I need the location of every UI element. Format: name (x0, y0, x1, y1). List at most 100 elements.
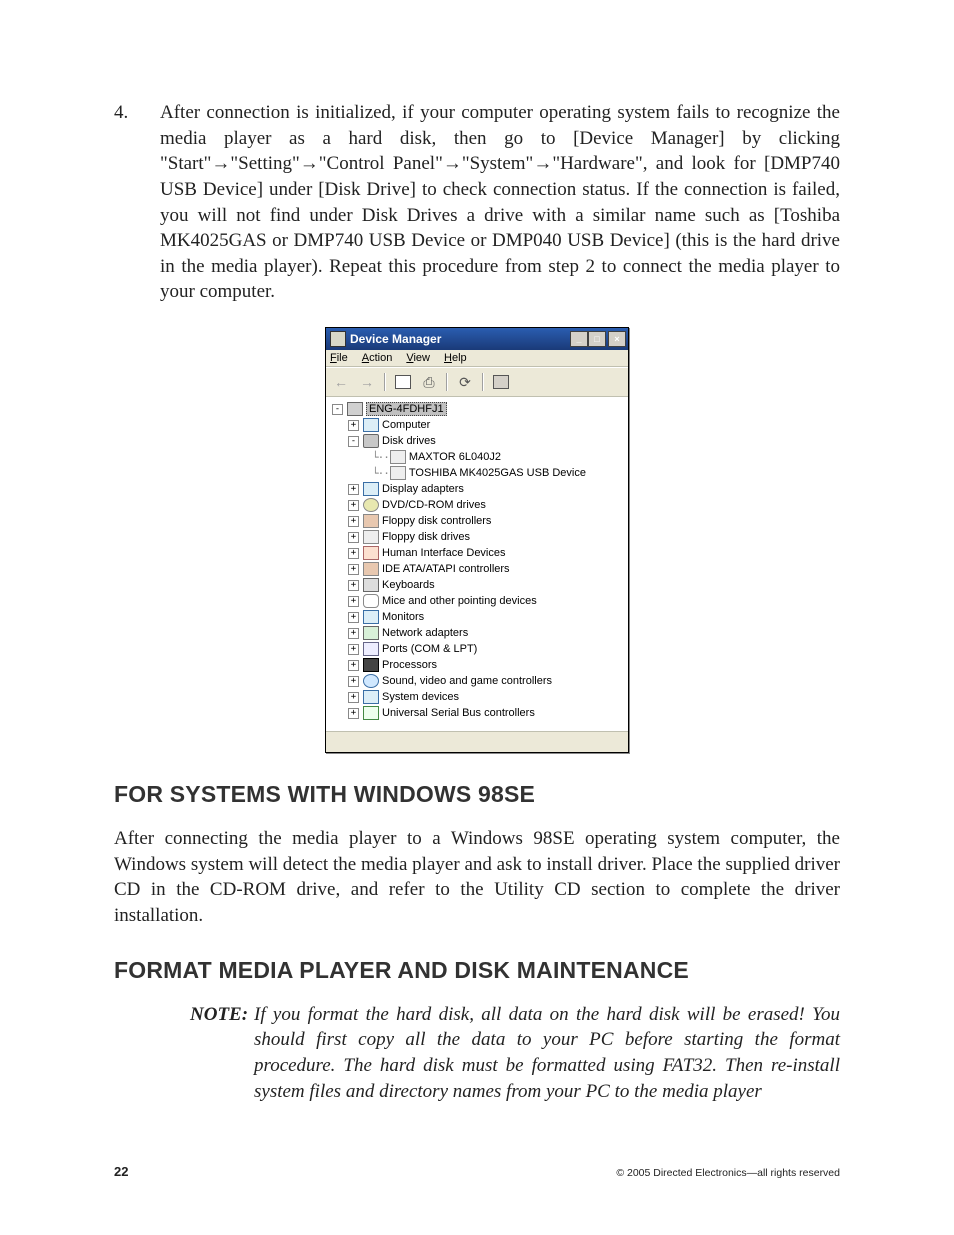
step-4: 4. After connection is initialized, if y… (114, 100, 840, 305)
expand-icon[interactable]: + (348, 532, 359, 543)
expand-icon[interactable]: + (348, 516, 359, 527)
tree-item-label: Universal Serial Bus controllers (382, 707, 535, 719)
expand-icon[interactable]: + (348, 580, 359, 591)
chip-icon (363, 514, 379, 528)
tree-item[interactable]: +Monitors (328, 609, 626, 625)
tree-item[interactable]: + Display adapters (328, 481, 626, 497)
page: 4. After connection is initialized, if y… (0, 0, 954, 1164)
tree-item[interactable]: + Keyboards (328, 577, 626, 593)
copyright: © 2005 Directed Electronics—all rights r… (616, 1167, 840, 1179)
tree-guide: └·· (372, 451, 389, 464)
menu-view[interactable]: View (406, 352, 430, 364)
app-icon (330, 331, 346, 347)
expand-icon[interactable]: + (348, 500, 359, 511)
tree-item[interactable]: +Network adapters (328, 625, 626, 641)
monitor-icon (363, 418, 379, 432)
expand-icon[interactable]: + (348, 628, 359, 639)
menubar: File Action View Help (326, 350, 628, 367)
tree-item[interactable]: +Human Interface Devices (328, 545, 626, 561)
tree-item[interactable]: + IDE ATA/ATAPI controllers (328, 561, 626, 577)
drive-icon (390, 450, 406, 464)
tree-item-label: Keyboards (382, 579, 435, 591)
page-number: 22 (114, 1164, 128, 1179)
titlebar: Device Manager _ □ × (326, 328, 628, 350)
expand-icon[interactable]: + (348, 644, 359, 655)
collapse-icon[interactable]: - (348, 436, 359, 447)
tree-root[interactable]: - ENG-4FDHFJ1 (328, 401, 626, 417)
expand-icon[interactable]: + (348, 564, 359, 575)
tree-item[interactable]: +Sound, video and game controllers (328, 673, 626, 689)
arrow-icon: → (533, 153, 552, 174)
monitor-icon (363, 610, 379, 624)
tree-item-label: Disk drives (382, 435, 436, 447)
kbd-icon (363, 578, 379, 592)
device-tree: - ENG-4FDHFJ1 + Computer - Disk drives └·· MA… (326, 397, 628, 731)
usb-icon (363, 706, 379, 720)
note-block: NOTE: If you format the hard disk, all d… (190, 1002, 840, 1105)
tree-item-label: Processors (382, 659, 437, 671)
menu-action[interactable]: Action (362, 352, 393, 364)
mouse-icon (363, 594, 379, 608)
expand-icon[interactable]: + (348, 548, 359, 559)
refresh-button[interactable]: ⟳ (454, 372, 476, 392)
tree-item[interactable]: +DVD/CD-ROM drives (328, 497, 626, 513)
expand-icon[interactable]: + (348, 612, 359, 623)
scan-button[interactable] (490, 372, 512, 392)
minimize-button[interactable]: _ (570, 331, 588, 347)
note-label: NOTE: (190, 1002, 254, 1105)
tree-item[interactable]: └··TOSHIBA MK4025GAS USB Device (328, 465, 626, 481)
expand-icon[interactable]: + (348, 484, 359, 495)
heading-format: FORMAT MEDIA PLAYER AND DISK MAINTENANCE (114, 957, 840, 984)
expand-icon[interactable]: + (348, 692, 359, 703)
tree-item-label: IDE ATA/ATAPI controllers (382, 563, 510, 575)
computer-icon (347, 402, 363, 416)
forward-button[interactable]: → (356, 372, 378, 392)
expand-icon[interactable]: + (348, 660, 359, 671)
tree-item[interactable]: + Computer (328, 417, 626, 433)
step-text-3: "Control Panel" (319, 153, 443, 174)
step-text-4: "System" (462, 153, 533, 174)
tree-item[interactable]: └·· MAXTOR 6L040J2 (328, 449, 626, 465)
menu-help[interactable]: Help (444, 352, 467, 364)
expand-icon[interactable]: + (348, 676, 359, 687)
step-body: After connection is initialized, if your… (160, 100, 840, 305)
note-body: If you format the hard disk, all data on… (254, 1002, 840, 1105)
step-number: 4. (114, 100, 160, 305)
properties-button[interactable] (392, 372, 414, 392)
expand-icon[interactable]: + (348, 596, 359, 607)
tree-item[interactable]: +Ports (COM & LPT) (328, 641, 626, 657)
close-button[interactable]: × (608, 331, 626, 347)
system-buttons: _ □ × (570, 331, 626, 347)
sound-icon (363, 674, 379, 688)
tree-item[interactable]: + Floppy disk controllers (328, 513, 626, 529)
print-button[interactable]: ⎙ (418, 372, 440, 392)
expand-icon[interactable]: + (348, 708, 359, 719)
cpu-icon (363, 658, 379, 672)
device-manager-window: Device Manager _ □ × File Action View He… (325, 327, 629, 753)
tree-item[interactable]: +Mice and other pointing devices (328, 593, 626, 609)
tree-item[interactable]: + Universal Serial Bus controllers (328, 705, 626, 721)
expand-icon[interactable]: + (348, 420, 359, 431)
chip-icon (363, 562, 379, 576)
monitor-icon (363, 690, 379, 704)
tree-item-label: Display adapters (382, 483, 464, 495)
tree-item[interactable]: + System devices (328, 689, 626, 705)
collapse-icon[interactable]: - (332, 404, 343, 415)
paragraph-98se: After connecting the media player to a W… (114, 826, 840, 929)
tree-item-label: System devices (382, 691, 459, 703)
tree-item-label: Floppy disk controllers (382, 515, 491, 527)
tree-item[interactable]: +Floppy disk drives (328, 529, 626, 545)
tree-item-label: Computer (382, 419, 430, 431)
step-text-5: "Hardware", and look for [DMP740 USB Dev… (160, 153, 840, 302)
menu-file[interactable]: File (330, 352, 348, 364)
tree-item-label: MAXTOR 6L040J2 (409, 451, 501, 463)
toolbar-separator (446, 373, 448, 391)
tree-item[interactable]: + Processors (328, 657, 626, 673)
step-text-2: "Setting" (230, 153, 299, 174)
hid-icon (363, 546, 379, 560)
status-bar (326, 731, 628, 752)
maximize-button[interactable]: □ (588, 331, 606, 347)
toolbar: ← → ⎙ ⟳ (326, 367, 628, 397)
tree-item[interactable]: - Disk drives (328, 433, 626, 449)
back-button[interactable]: ← (330, 372, 352, 392)
